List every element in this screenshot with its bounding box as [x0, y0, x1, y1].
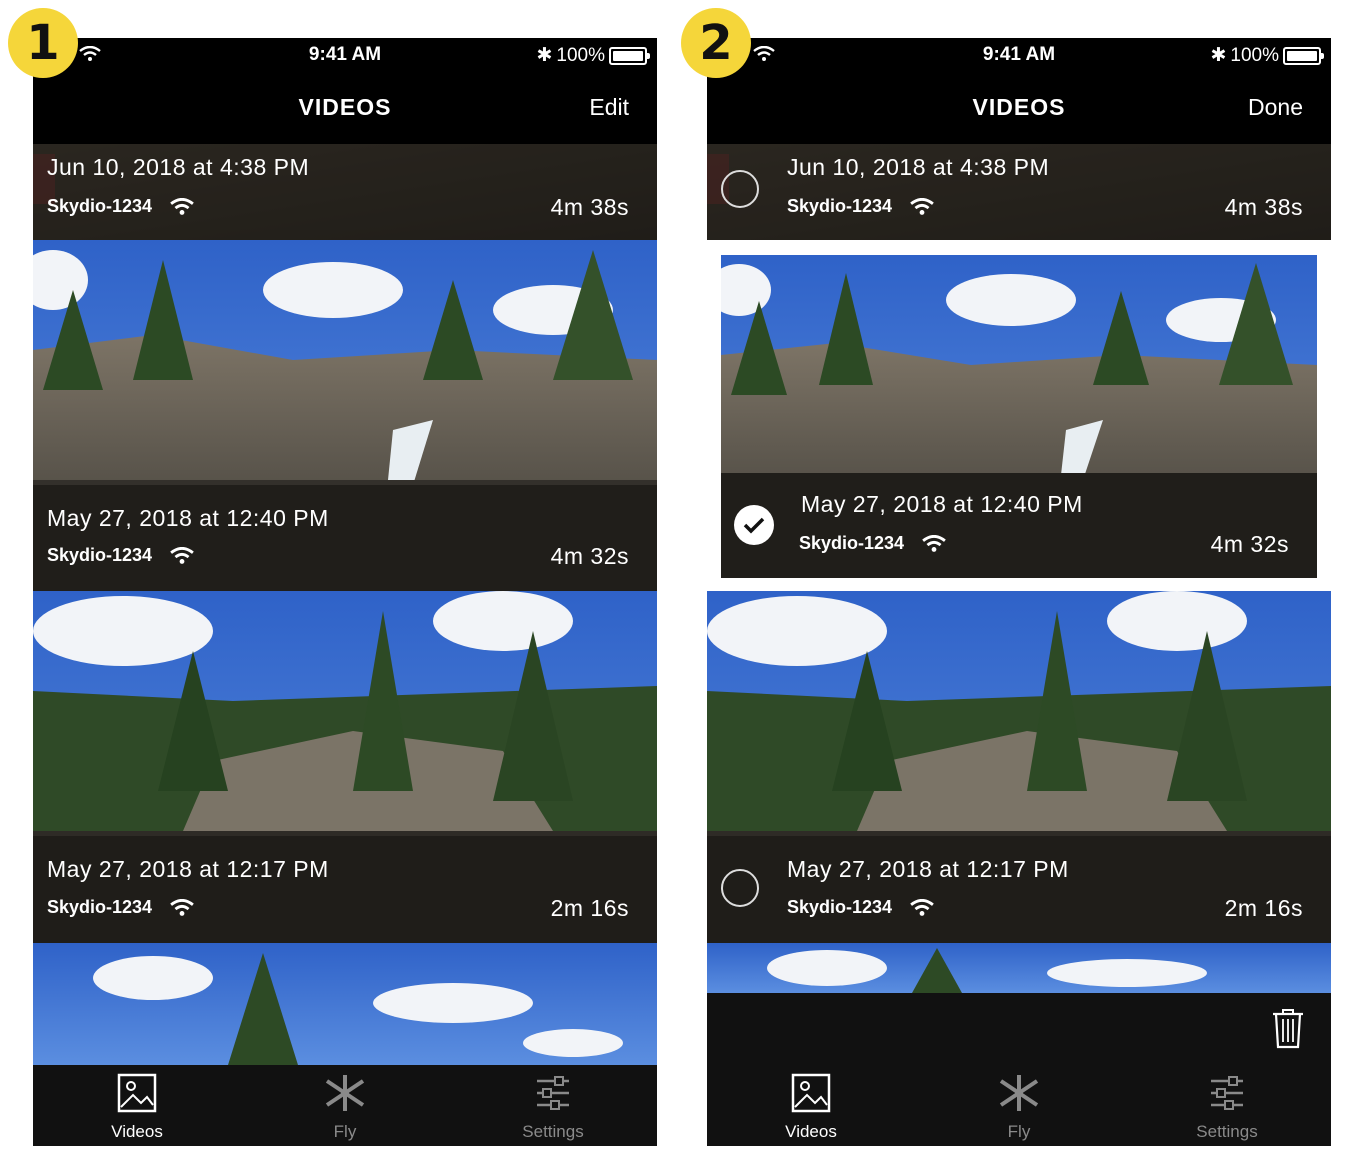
video-card[interactable]: Jun 10, 2018 at 4:38 PM Skydio-1234 4m 3… — [707, 144, 1331, 240]
bluetooth-icon: ✱ — [1210, 45, 1227, 66]
wifi-icon — [910, 197, 934, 215]
sliders-icon — [1211, 1076, 1243, 1110]
tab-fly[interactable]: Fly — [275, 1073, 415, 1142]
wifi-icon — [910, 898, 934, 916]
video-card[interactable]: Jun 10, 2018 at 4:38 PM Skydio-1234 4m 3… — [33, 144, 657, 240]
video-device: Skydio-1234 — [799, 533, 946, 554]
video-card-selected[interactable]: May 27, 2018 at 12:40 PM Skydio-1234 4m … — [721, 255, 1317, 578]
video-card[interactable]: May 27, 2018 at 12:17 PM Skydio-1234 2m … — [707, 591, 1331, 943]
video-duration: 2m 16s — [550, 895, 629, 921]
drone-icon — [325, 1075, 365, 1111]
tab-label: Settings — [522, 1122, 584, 1141]
wifi-icon — [922, 534, 946, 552]
selected-check[interactable] — [734, 505, 774, 545]
screen-1: 9:41 AM ✱ 100% VIDEOS Edit Jun 10, 2018 … — [33, 38, 657, 1146]
video-info: May 27, 2018 at 12:40 PM Skydio-1234 4m … — [721, 473, 1317, 578]
wifi-icon — [170, 898, 194, 916]
video-info: May 27, 2018 at 12:17 PM Skydio-1234 2m … — [33, 836, 657, 943]
video-info: May 27, 2018 at 12:17 PM Skydio-1234 2m … — [707, 836, 1331, 943]
page-title: VIDEOS — [972, 94, 1066, 120]
tab-bar: Videos Fly Settings — [33, 1065, 657, 1146]
tab-videos[interactable]: Videos — [67, 1073, 207, 1142]
video-duration: 2m 16s — [1224, 895, 1303, 921]
status-bar: 9:41 AM ✱ 100% — [707, 38, 1331, 72]
tab-bar: Videos Fly Settings — [707, 1065, 1331, 1146]
trash-icon[interactable] — [1271, 1007, 1305, 1049]
video-device: Skydio-1234 — [47, 196, 194, 217]
wifi-icon — [170, 546, 194, 564]
tab-label: Fly — [1007, 1122, 1031, 1141]
video-card[interactable] — [33, 943, 657, 1065]
wifi-icon — [170, 197, 194, 215]
tab-videos[interactable]: Videos — [741, 1073, 881, 1142]
video-card[interactable] — [707, 943, 1331, 993]
video-info: Jun 10, 2018 at 4:38 PM Skydio-1234 4m 3… — [33, 144, 657, 240]
gallery-icon — [791, 1073, 831, 1113]
battery-icon — [609, 46, 650, 65]
step-badge-1: 1 — [8, 8, 78, 78]
tab-label: Videos — [111, 1122, 163, 1141]
video-duration: 4m 38s — [1224, 194, 1303, 220]
video-card[interactable]: May 27, 2018 at 12:40 PM Skydio-1234 4m … — [33, 240, 657, 591]
select-circle[interactable] — [721, 869, 759, 907]
select-circle[interactable] — [721, 170, 759, 208]
battery-icon — [1283, 46, 1324, 65]
video-info: Jun 10, 2018 at 4:38 PM Skydio-1234 4m 3… — [707, 144, 1331, 240]
video-duration: 4m 32s — [550, 543, 629, 569]
video-device: Skydio-1234 — [47, 545, 194, 566]
nav-bar: VIDEOS Done — [707, 72, 1331, 144]
tab-settings[interactable]: Settings — [1157, 1073, 1297, 1142]
video-duration: 4m 38s — [550, 194, 629, 220]
battery-percent: 100% — [556, 44, 605, 66]
video-device: Skydio-1234 — [47, 897, 194, 918]
tab-label: Settings — [1196, 1122, 1258, 1141]
video-card[interactable]: May 27, 2018 at 12:17 PM Skydio-1234 2m … — [33, 591, 657, 943]
nav-bar: VIDEOS Edit — [33, 72, 657, 144]
edit-toolbar — [707, 993, 1331, 1065]
screen-2: 9:41 AM ✱ 100% VIDEOS Done Jun 10, 2018 … — [707, 38, 1331, 1146]
video-date: Jun 10, 2018 at 4:38 PM — [787, 154, 1050, 180]
video-device: Skydio-1234 — [787, 196, 934, 217]
video-date: Jun 10, 2018 at 4:38 PM — [47, 154, 310, 180]
video-date: May 27, 2018 at 12:17 PM — [47, 856, 329, 882]
video-date: May 27, 2018 at 12:40 PM — [47, 505, 329, 531]
done-button[interactable]: Done — [1248, 94, 1303, 121]
drone-icon — [999, 1075, 1039, 1111]
page-title: VIDEOS — [298, 94, 392, 120]
tab-settings[interactable]: Settings — [483, 1073, 623, 1142]
video-date: May 27, 2018 at 12:17 PM — [787, 856, 1069, 882]
step-badge-2: 2 — [681, 8, 751, 78]
checkmark-icon — [743, 517, 765, 534]
gallery-icon — [117, 1073, 157, 1113]
tab-label: Fly — [333, 1122, 357, 1141]
tab-label: Videos — [785, 1122, 837, 1141]
video-date: May 27, 2018 at 12:40 PM — [801, 491, 1083, 517]
sliders-icon — [537, 1076, 569, 1110]
video-duration: 4m 32s — [1210, 531, 1289, 557]
bluetooth-icon: ✱ — [536, 45, 553, 66]
edit-button[interactable]: Edit — [589, 94, 629, 121]
video-thumbnail — [707, 943, 1331, 993]
video-thumbnail — [33, 943, 657, 1065]
status-bar: 9:41 AM ✱ 100% — [33, 38, 657, 72]
tab-fly[interactable]: Fly — [949, 1073, 1089, 1142]
video-info: May 27, 2018 at 12:40 PM Skydio-1234 4m … — [33, 485, 657, 591]
battery-percent: 100% — [1230, 44, 1279, 66]
video-device: Skydio-1234 — [787, 897, 934, 918]
